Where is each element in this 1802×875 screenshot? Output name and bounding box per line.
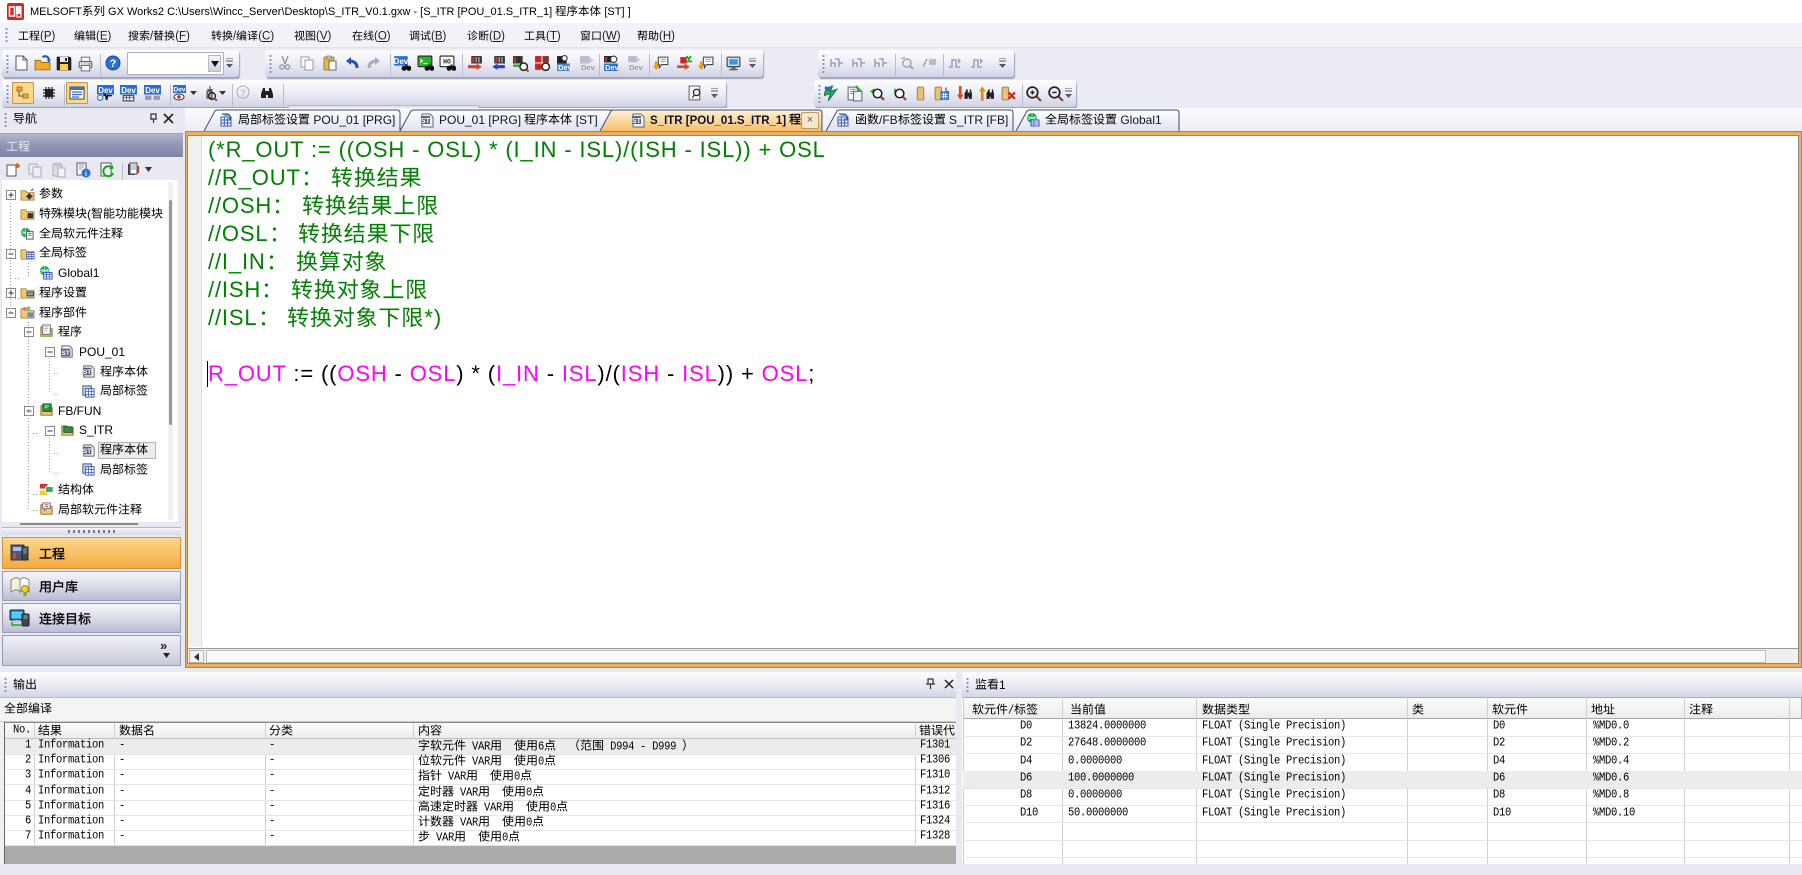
svg-text:?: ?: [110, 58, 117, 70]
svg-text:ST: ST: [61, 350, 69, 357]
svg-text:Dev: Dev: [558, 63, 572, 72]
svg-text:HO: HO: [443, 59, 451, 66]
svg-text:ST: ST: [632, 118, 642, 125]
svg-text:IL: IL: [945, 87, 949, 93]
svg-text:ST: ST: [83, 369, 91, 376]
svg-text:i: i: [85, 171, 87, 178]
svg-text:Dev: Dev: [121, 86, 136, 95]
svg-text:Dev: Dev: [581, 63, 595, 72]
svg-text:Dev: Dev: [145, 86, 160, 95]
svg-text:Dev: Dev: [605, 63, 619, 72]
svg-text:ST: ST: [421, 118, 431, 125]
svg-text:Dev: Dev: [629, 63, 643, 72]
svg-text:Dev: Dev: [174, 87, 186, 94]
svg-text:ST: ST: [83, 447, 91, 454]
svg-text:?: ?: [240, 88, 245, 98]
